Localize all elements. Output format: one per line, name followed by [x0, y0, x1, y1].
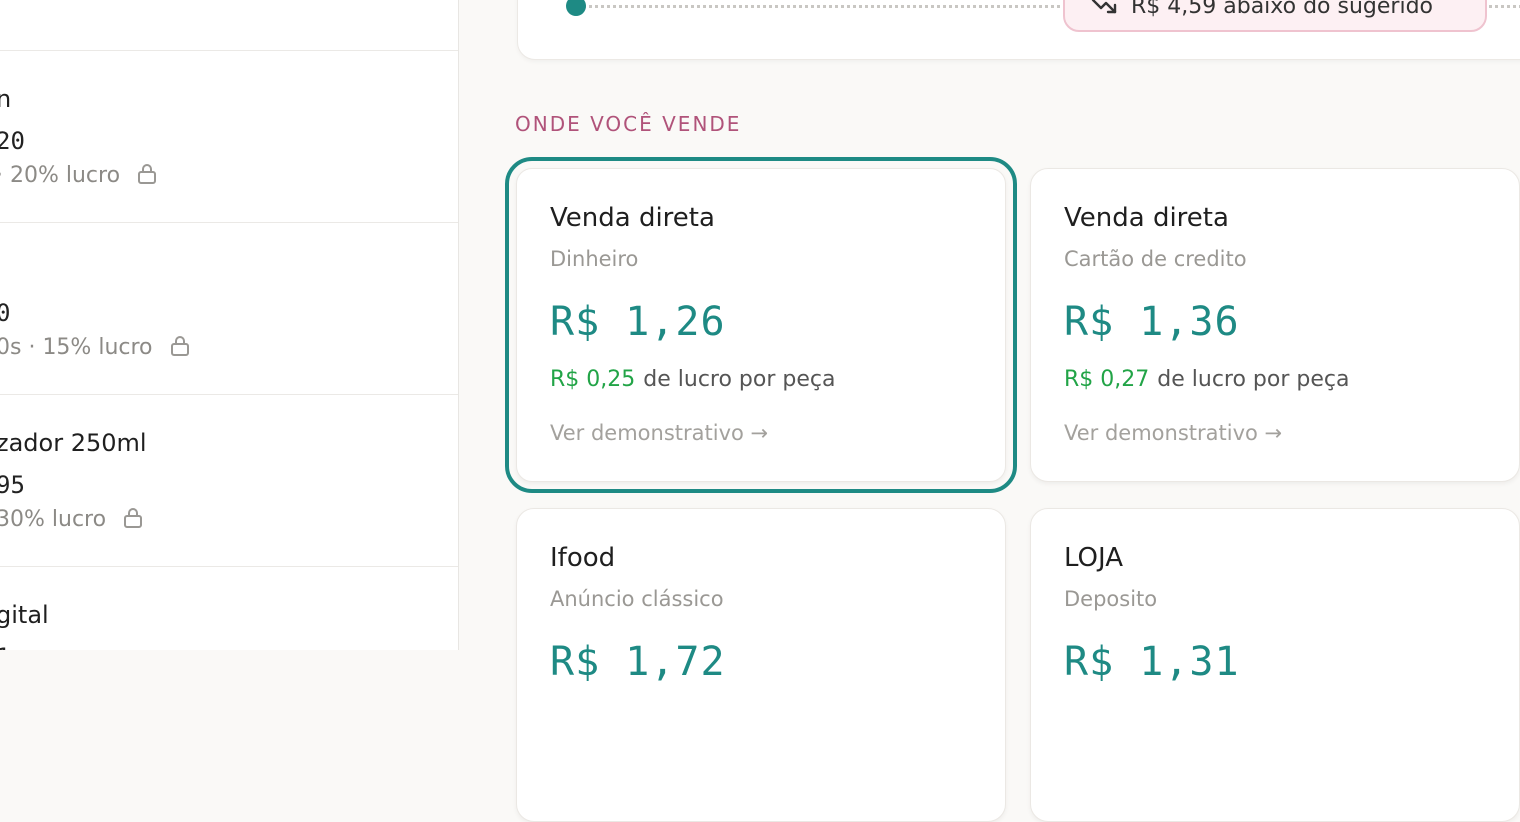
product-price: 95 — [0, 471, 25, 499]
channel-profit: R$ 0,25 de lucro por peça — [550, 367, 835, 392]
product-meta: · 20% lucro — [0, 163, 157, 188]
channel-name: LOJA — [1064, 543, 1124, 573]
product-list-item[interactable]: zador 250ml 95 30% lucro — [0, 394, 458, 566]
product-margin: 30% lucro — [0, 507, 107, 532]
channel-card-ifood[interactable]: Ifood Anúncio clássico R$ 1,72 — [516, 508, 1006, 822]
channel-profit: R$ 0,27 de lucro por peça — [1064, 367, 1349, 392]
channel-payment-method: Cartão de credito — [1064, 247, 1247, 271]
channel-price: R$ 1,31 — [1064, 639, 1240, 685]
channel-profit-label: de lucro por peça — [643, 367, 836, 392]
product-margin: · 20% lucro — [0, 163, 121, 188]
channel-name: Ifood — [550, 543, 616, 573]
product-list-item[interactable]: gital 1 — [0, 566, 458, 650]
channel-card-venda-direta-credito[interactable]: Venda direta Cartão de credito R$ 1,36 R… — [1030, 168, 1520, 482]
channel-card-venda-direta-dinheiro[interactable]: Venda direta Dinheiro R$ 1,26 R$ 0,25 de … — [505, 157, 1017, 493]
product-price: 1 — [0, 643, 10, 650]
view-statement-link[interactable]: Ver demonstrativo → — [550, 421, 768, 445]
channel-name: Venda direta — [550, 203, 715, 233]
channel-payment-method: Deposito — [1064, 587, 1158, 611]
lock-icon — [170, 336, 189, 356]
channel-payment-method: Dinheiro — [550, 247, 639, 271]
product-name: n — [0, 85, 11, 113]
section-title: Onde você vende — [515, 112, 742, 136]
channel-name: Venda direta — [1064, 203, 1229, 233]
product-meta: 0s · 15% lucro — [0, 335, 190, 360]
product-name: zador 250ml — [0, 429, 147, 457]
channel-profit-value: R$ 0,25 — [550, 367, 636, 392]
price-difference-badge: R$ 4,59 abaixo do sugerido — [1063, 0, 1487, 32]
product-list-item[interactable]: 0 0s · 15% lucro — [0, 222, 458, 394]
view-statement-link[interactable]: Ver demonstrativo → — [1064, 421, 1282, 445]
product-meta: 30% lucro — [0, 507, 143, 532]
lock-icon — [138, 164, 157, 184]
product-list-item[interactable]: n 20 · 20% lucro — [0, 50, 458, 222]
trending-down-icon — [1091, 0, 1117, 14]
product-price: 20 — [0, 127, 25, 155]
channel-payment-method: Anúncio clássico — [550, 587, 724, 611]
channel-profit-label: de lucro por peça — [1157, 367, 1350, 392]
price-difference-text: R$ 4,59 abaixo do sugerido — [1131, 0, 1433, 19]
channel-price: R$ 1,26 — [550, 299, 726, 345]
product-price: 0 — [0, 299, 10, 327]
product-margin: 0s · 15% lucro — [0, 335, 153, 360]
lock-icon — [124, 508, 143, 528]
channel-profit-value: R$ 0,27 — [1064, 367, 1150, 392]
product-sidebar: n 20 · 20% lucro 0 0s · 15% lucro zador … — [0, 0, 459, 650]
channel-card-loja[interactable]: LOJA Deposito R$ 1,31 — [1030, 508, 1520, 822]
product-list-item[interactable] — [0, 0, 458, 50]
channel-price: R$ 1,36 — [1064, 299, 1240, 345]
product-name: gital — [0, 601, 49, 629]
channel-price: R$ 1,72 — [550, 639, 726, 685]
